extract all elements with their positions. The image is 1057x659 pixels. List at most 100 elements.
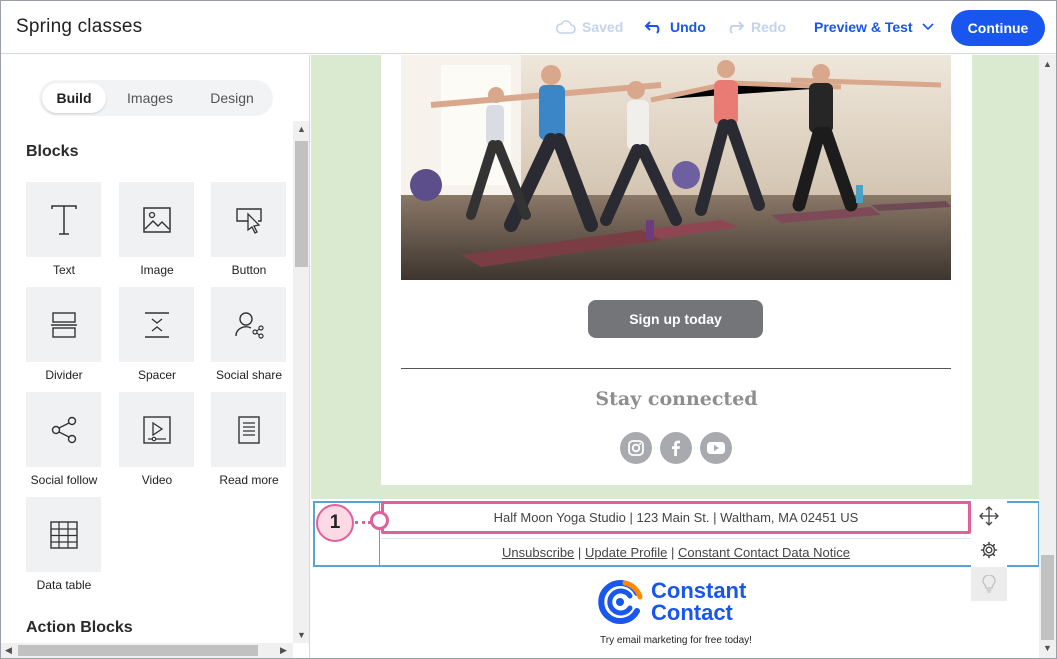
tab-design[interactable]: Design: [197, 83, 267, 113]
image-icon: [142, 206, 171, 233]
callout-leader-line: [355, 521, 371, 524]
panel-vertical-scrollbar[interactable]: ▲ ▼: [293, 121, 309, 643]
unsubscribe-link[interactable]: Unsubscribe: [502, 545, 574, 560]
callout-target-ring: [370, 511, 389, 530]
scroll-thumb[interactable]: [1041, 555, 1054, 640]
continue-button[interactable]: Continue: [951, 10, 1045, 46]
tab-images[interactable]: Images: [115, 83, 185, 113]
sign-up-button[interactable]: Sign up today: [588, 300, 763, 338]
block-read-more[interactable]: Read more: [211, 392, 287, 487]
footer-address-highlight: [381, 501, 971, 534]
preview-label: Preview & Test: [814, 19, 913, 35]
yoga-photo-illustration: [401, 55, 951, 280]
block-social-follow[interactable]: Social follow: [26, 392, 102, 487]
scroll-up-arrow[interactable]: ▲: [1043, 60, 1052, 69]
block-tile: [119, 182, 194, 257]
tab-build[interactable]: Build: [42, 83, 106, 113]
block-label: Image: [140, 263, 174, 277]
block-label: Social follow: [30, 473, 98, 487]
block-tile: [211, 287, 286, 362]
footer-link-separator: |: [577, 545, 582, 560]
yoga-class-photo[interactable]: [401, 55, 951, 280]
block-button[interactable]: Button: [211, 182, 287, 277]
chevron-down-icon: [921, 23, 934, 31]
block-tile: [211, 182, 286, 257]
block-tile: [211, 392, 286, 467]
block-text[interactable]: Text: [26, 182, 102, 277]
scroll-thumb[interactable]: [18, 645, 258, 656]
data-notice-link[interactable]: Constant Contact Data Notice: [678, 545, 850, 560]
lightbulb-icon: [982, 575, 996, 593]
spacer-icon: [144, 311, 169, 338]
footer-link-separator: |: [670, 545, 675, 560]
constant-contact-logo-mark: [598, 580, 643, 624]
block-tile: [119, 392, 194, 467]
video-icon: [142, 415, 171, 444]
block-spacer[interactable]: Spacer: [119, 287, 195, 382]
move-block-button[interactable]: [971, 499, 1007, 533]
action-blocks-heading: Action Blocks: [26, 619, 133, 636]
suggestions-button[interactable]: [971, 567, 1007, 601]
scroll-up-arrow[interactable]: ▲: [297, 125, 306, 134]
redo-icon: [729, 21, 745, 34]
instagram-link[interactable]: [620, 432, 652, 464]
scroll-down-arrow[interactable]: ▼: [1043, 644, 1052, 653]
undo-icon: [644, 21, 660, 34]
block-tile: [26, 287, 101, 362]
block-tile: [119, 287, 194, 362]
data-table-icon: [49, 520, 78, 549]
email-body: Sign up today Stay connected: [381, 55, 972, 485]
footer-links: Unsubscribe | Update Profile | Constant …: [381, 545, 971, 560]
campaign-title[interactable]: Spring classes: [16, 16, 142, 38]
block-social-share[interactable]: Social share: [211, 287, 287, 382]
undo-button[interactable]: Undo: [644, 19, 706, 35]
youtube-icon: [707, 442, 725, 454]
undo-label: Undo: [670, 19, 706, 35]
social-follow-icon: [51, 416, 76, 443]
footer-separator: [381, 538, 971, 539]
brand-line-1: Constant: [651, 578, 747, 603]
saved-status: Saved: [556, 19, 623, 35]
instagram-icon: [628, 440, 644, 456]
scroll-right-arrow[interactable]: ▶: [280, 646, 287, 655]
panel-horizontal-scrollbar[interactable]: ◀ ▶: [1, 643, 293, 658]
block-label: Button: [231, 263, 267, 277]
constant-contact-logo[interactable]: Constant Contact: [597, 579, 746, 625]
block-settings-button[interactable]: [971, 533, 1007, 567]
block-label: Spacer: [137, 368, 177, 382]
callout-number-badge: 1: [316, 504, 354, 542]
youtube-link[interactable]: [700, 432, 732, 464]
email-divider: [401, 368, 951, 369]
panel-tabs: Build Images Design: [39, 80, 273, 116]
block-image[interactable]: Image: [119, 182, 195, 277]
move-icon: [979, 506, 999, 526]
social-share-icon: [234, 311, 264, 339]
constant-contact-wordmark: Constant Contact: [651, 580, 746, 624]
blocks-heading: Blocks: [26, 143, 79, 160]
block-divider[interactable]: Divider: [26, 287, 102, 382]
block-video[interactable]: Video: [119, 392, 195, 487]
saved-label: Saved: [582, 19, 624, 35]
read-more-icon: [237, 415, 260, 444]
facebook-link[interactable]: [660, 432, 692, 464]
block-label: Divider: [45, 368, 83, 382]
brand-tagline[interactable]: Try email marketing for free today!: [581, 635, 771, 646]
block-label: Read more: [219, 473, 279, 487]
canvas-vertical-scrollbar[interactable]: ▲ ▼: [1039, 55, 1056, 658]
block-data-table[interactable]: Data table: [26, 497, 102, 592]
redo-button[interactable]: Redo: [725, 19, 786, 35]
scroll-thumb[interactable]: [295, 141, 308, 267]
app-window: Spring classes Saved Undo Redo Preview &…: [0, 0, 1057, 659]
scroll-left-arrow[interactable]: ◀: [5, 646, 12, 655]
build-panel: Build Images Design Blocks Text Image Bu…: [1, 55, 310, 658]
block-toolbar: [971, 499, 1009, 601]
scroll-down-arrow[interactable]: ▼: [297, 631, 306, 640]
divider-icon: [50, 311, 77, 338]
preview-test-menu[interactable]: Preview & Test: [814, 19, 937, 35]
button-icon: [235, 207, 262, 234]
text-icon: [50, 204, 77, 235]
cloud-icon: [556, 20, 576, 34]
block-label: Social share: [215, 368, 283, 382]
update-profile-link[interactable]: Update Profile: [585, 545, 667, 560]
stay-connected-heading[interactable]: Stay connected: [381, 388, 972, 410]
